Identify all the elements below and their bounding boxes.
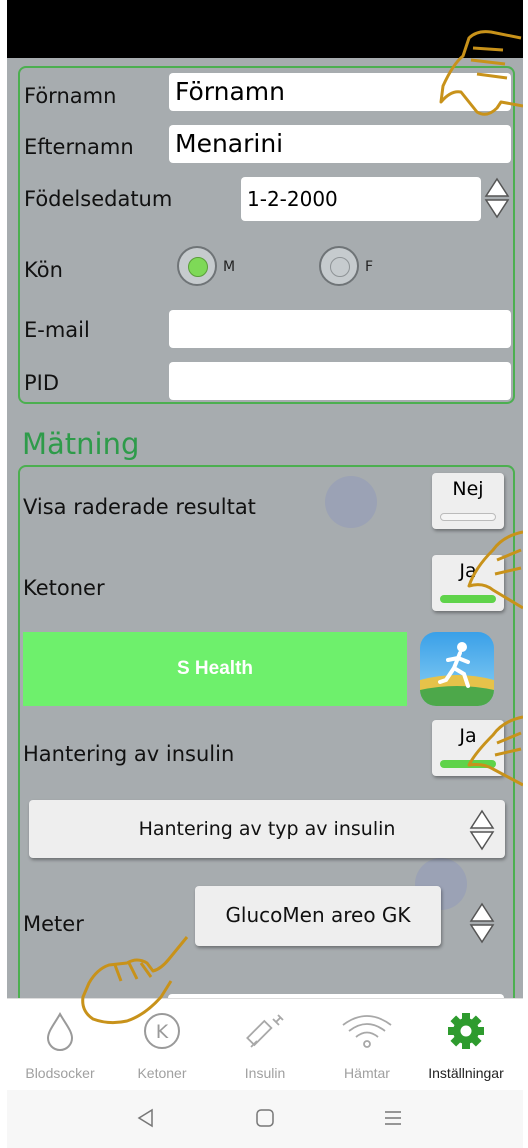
nav-label-ketoner: Ketoner — [137, 1065, 187, 1081]
email-field[interactable] — [169, 310, 511, 348]
pointing-hand-icon — [439, 30, 523, 116]
shealth-button[interactable]: S Health — [23, 632, 407, 706]
last-name-field[interactable]: Menarini — [169, 125, 511, 163]
app-screen: Förnamn Förnamn Efternamn Menarini Födel… — [7, 0, 523, 1148]
dob-field[interactable]: 1-2-2000 — [241, 177, 481, 221]
dob-stepper-icon[interactable] — [484, 176, 510, 220]
insulin-label: Hantering av insulin — [23, 742, 235, 766]
show-deleted-toggle[interactable]: Nej — [432, 473, 504, 529]
system-nav-bar — [7, 1090, 523, 1148]
pid-label: PID — [24, 371, 60, 395]
gender-male-label: M — [223, 259, 236, 275]
last-name-label: Efternamn — [24, 135, 134, 159]
nav-label-blodsocker: Blodsocker — [25, 1065, 95, 1081]
insulin-type-stepper-icon[interactable] — [469, 808, 495, 852]
meter-stepper-icon[interactable] — [469, 901, 495, 945]
ketones-label: Ketoner — [23, 576, 105, 600]
measurement-section-title: Mätning — [22, 427, 140, 461]
pointing-hand-icon — [467, 715, 523, 787]
wifi-icon — [342, 1015, 392, 1048]
menu-icon[interactable] — [381, 1106, 405, 1130]
nav-item-insulin[interactable]: Insulin — [215, 999, 315, 1091]
home-icon[interactable] — [253, 1106, 277, 1130]
pointing-hand-icon — [467, 530, 523, 610]
nav-label-hamtar: Hämtar — [344, 1065, 390, 1081]
meter-label: Meter — [23, 912, 84, 936]
back-icon[interactable] — [134, 1106, 158, 1130]
settings-content[interactable]: Förnamn Förnamn Efternamn Menarini Födel… — [7, 58, 523, 998]
gender-male-radio[interactable] — [177, 246, 217, 286]
show-deleted-value: Nej — [452, 478, 484, 500]
meter-select-button[interactable]: GlucoMen areo GK — [195, 886, 441, 946]
pointing-hand-icon — [81, 936, 189, 1025]
email-label: E-mail — [24, 318, 90, 342]
syringe-icon — [246, 1014, 284, 1048]
nav-item-installningar[interactable]: Inställningar — [416, 999, 516, 1091]
nav-label-insulin: Insulin — [244, 1065, 286, 1081]
insulin-type-label: Hantering av typ av insulin — [138, 818, 396, 840]
shealth-runner-icon[interactable] — [420, 632, 494, 706]
meter-value: GlucoMen areo GK — [225, 903, 411, 927]
gender-female-radio[interactable] — [319, 246, 359, 286]
pid-field[interactable] — [169, 362, 511, 400]
drop-icon — [46, 1011, 74, 1051]
insulin-type-button[interactable]: Hantering av typ av insulin — [29, 800, 505, 858]
nav-label-installningar: Inställningar — [428, 1065, 504, 1081]
first-name-label: Förnamn — [24, 84, 117, 108]
gear-icon — [448, 1013, 484, 1049]
dob-label: Födelsedatum — [24, 187, 173, 211]
show-deleted-label: Visa raderade resultat — [23, 495, 256, 519]
nav-item-hamtar[interactable]: Hämtar — [317, 999, 417, 1091]
gender-label: Kön — [24, 258, 63, 282]
gender-female-label: F — [365, 259, 374, 275]
